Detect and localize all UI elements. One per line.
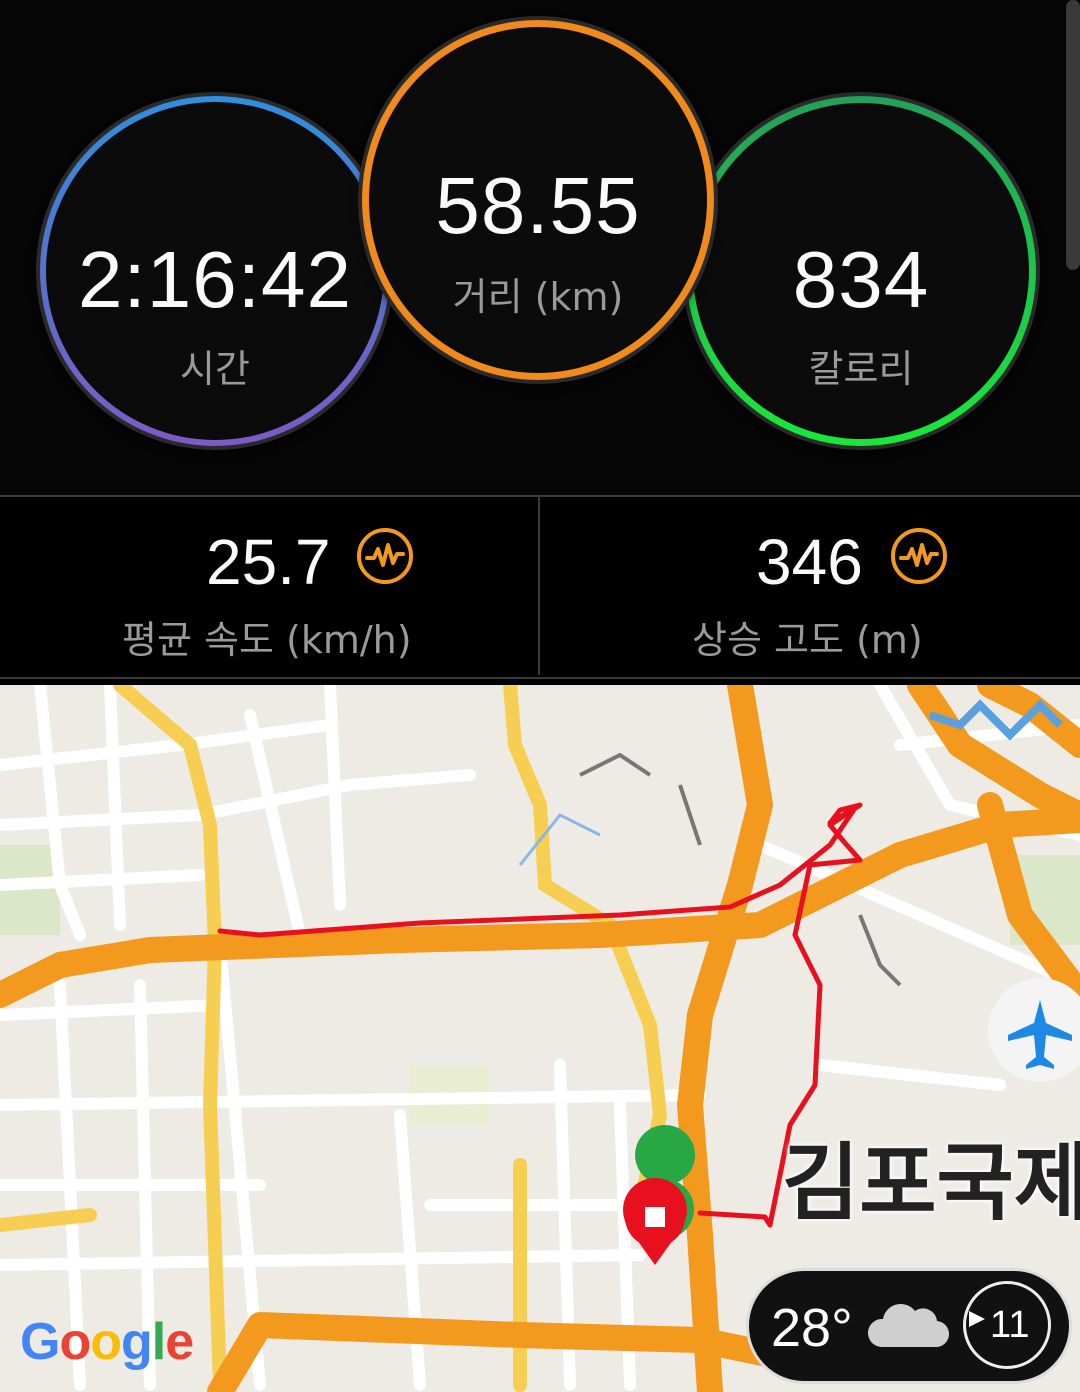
clock-icon[interactable]: 11	[963, 1281, 1051, 1369]
logo-letter: g	[120, 1313, 153, 1371]
scrollbar[interactable]	[1066, 0, 1080, 270]
airport-label: 김포국제	[782, 1134, 1080, 1232]
logo-letter: o	[90, 1313, 122, 1371]
time-value: 2:16:42	[78, 235, 352, 324]
avg-speed-cell[interactable]: 25.7 평균 속도 (km/h)	[0, 497, 540, 675]
stats-row: 25.7 평균 속도 (km/h) 346 상승 고도 (m)	[0, 495, 1080, 679]
logo-letter: G	[20, 1313, 60, 1371]
summary-panel: 2:16:42 시간 834 칼로리 58.55 거리 (km)	[0, 0, 1080, 495]
calories-label: 칼로리	[808, 347, 914, 391]
calories-ring[interactable]: 834 칼로리	[686, 96, 1036, 446]
logo-letter: o	[59, 1313, 91, 1371]
logo-letter: e	[165, 1313, 194, 1371]
airport-icon	[988, 978, 1080, 1082]
avg-speed-value: 25.7	[206, 526, 331, 598]
distance-ring[interactable]: 58.55 거리 (km)	[362, 20, 714, 380]
avg-speed-label: 평균 속도 (km/h)	[122, 618, 412, 662]
distance-label: 거리 (km)	[452, 275, 624, 319]
distance-value: 58.55	[435, 161, 641, 250]
chart-icon[interactable]	[356, 527, 414, 585]
elevation-gain-value: 346	[756, 526, 863, 598]
logo-letter: l	[151, 1313, 166, 1371]
time-label: 시간	[180, 347, 250, 391]
cloud-icon	[867, 1303, 950, 1348]
elevation-gain-cell[interactable]: 346 상승 고도 (m)	[540, 497, 1078, 675]
temperature-value: 28°	[771, 1298, 853, 1358]
time-ring[interactable]: 2:16:42 시간	[40, 96, 390, 446]
google-logo: Google	[20, 1312, 194, 1372]
clock-pointer-icon	[969, 1311, 985, 1327]
weather-widget[interactable]: 28° 11	[746, 1268, 1072, 1384]
calories-value: 834	[792, 235, 930, 324]
elevation-gain-label: 상승 고도 (m)	[692, 618, 923, 662]
chart-icon[interactable]	[890, 527, 948, 585]
